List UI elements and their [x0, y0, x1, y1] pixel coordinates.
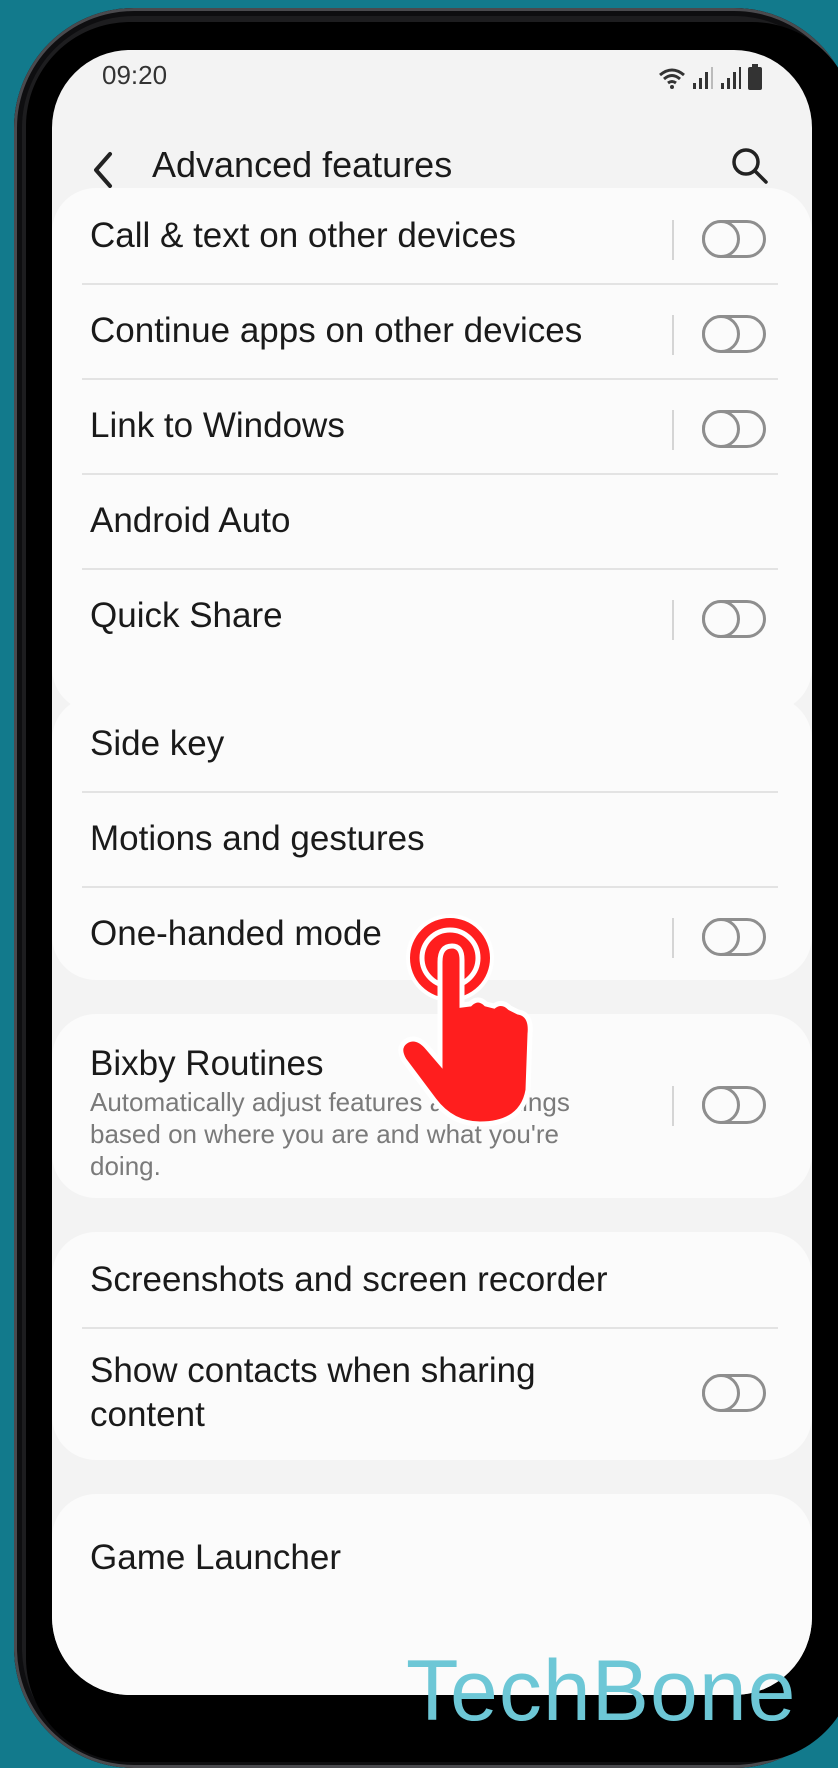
divider-vertical [672, 220, 674, 260]
status-bar: 09:20 [52, 50, 812, 104]
toggle-switch[interactable] [702, 315, 766, 353]
settings-item-label: Quick Share [90, 596, 283, 635]
settings-item-call-text[interactable]: Call & text on other devices [82, 188, 778, 292]
settings-item-motions-gestures[interactable]: Motions and gestures [82, 791, 778, 895]
toggle-knob [702, 410, 740, 448]
settings-item-label: Bixby Routines [90, 1044, 324, 1083]
signal-icon [693, 67, 713, 89]
settings-item-show-contacts[interactable]: Show contacts when sharing content [82, 1327, 778, 1460]
settings-item-screenshots[interactable]: Screenshots and screen recorder [82, 1232, 778, 1336]
watermark: TechBone [406, 1643, 797, 1739]
settings-item-game-launcher[interactable]: Game Launcher [82, 1494, 778, 1598]
settings-item-label: One-handed mode [90, 914, 382, 953]
settings-item-label: Screenshots and screen recorder [90, 1260, 608, 1299]
settings-item-android-auto[interactable]: Android Auto [82, 473, 778, 577]
toggle-switch[interactable] [702, 600, 766, 638]
settings-group-sharing: Screenshots and screen recorder Show con… [52, 1232, 812, 1460]
tap-hand-icon [398, 914, 533, 1127]
toggle-knob [702, 1374, 740, 1412]
toggle-switch[interactable] [702, 410, 766, 448]
toggle-switch[interactable] [702, 1374, 766, 1412]
toggle-knob [702, 220, 740, 258]
settings-item-label: Side key [90, 724, 225, 763]
signal-icon-2 [721, 67, 741, 89]
toggle-switch[interactable] [702, 220, 766, 258]
settings-item-label: Continue apps on other devices [90, 311, 583, 350]
divider-vertical [672, 1086, 674, 1126]
divider-vertical [672, 600, 674, 640]
status-time: 09:20 [102, 60, 168, 90]
toggle-knob [702, 918, 740, 956]
settings-item-label: Show contacts when sharing content [90, 1351, 536, 1434]
settings-group-connected: Call & text on other devices Continue ap… [52, 188, 812, 712]
settings-item-label: Motions and gestures [90, 819, 425, 858]
settings-item-quick-share[interactable]: Quick Share [82, 568, 778, 672]
toggle-switch[interactable] [702, 918, 766, 956]
wifi-icon [659, 68, 685, 89]
search-icon[interactable] [726, 142, 774, 190]
toggle-knob [702, 315, 740, 353]
settings-item-continue-apps[interactable]: Continue apps on other devices [82, 283, 778, 387]
settings-item-link-windows[interactable]: Link to Windows [82, 378, 778, 482]
divider-vertical [672, 410, 674, 450]
settings-item-label: Link to Windows [90, 406, 345, 445]
toggle-knob [702, 1086, 740, 1124]
settings-item-label: Android Auto [90, 501, 291, 540]
toggle-switch[interactable] [702, 1086, 766, 1124]
page-title: Advanced features [152, 144, 453, 185]
divider-vertical [672, 315, 674, 355]
screen: 09:20 Advanced features Call & text on o… [52, 50, 812, 1695]
settings-item-label: Call & text on other devices [90, 216, 517, 255]
status-icons [658, 58, 762, 90]
toggle-knob [702, 600, 740, 638]
battery-icon [748, 64, 762, 90]
settings-item-label: Game Launcher [90, 1538, 341, 1577]
divider-vertical [672, 918, 674, 958]
settings-item-side-key[interactable]: Side key [82, 696, 778, 800]
